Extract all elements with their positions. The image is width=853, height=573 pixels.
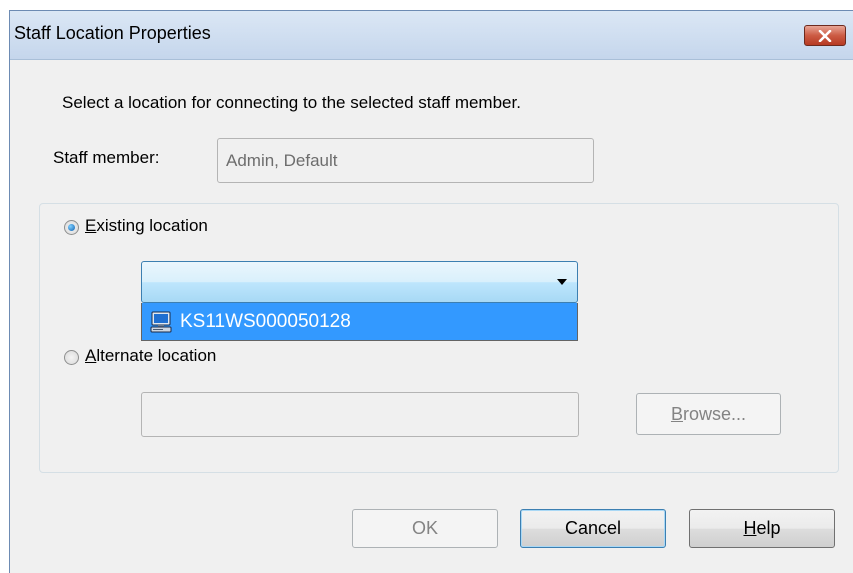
staff-member-value: Admin, Default [226,150,338,170]
staff-member-field[interactable]: Admin, Default [217,138,594,183]
close-button[interactable] [804,25,846,46]
alternate-location-radio[interactable] [64,350,79,365]
chevron-down-icon[interactable] [557,279,567,285]
existing-location-radio[interactable] [64,220,79,235]
browse-button[interactable]: Browse... [636,393,781,435]
computer-icon [150,311,172,332]
cancel-button[interactable]: Cancel [520,509,666,548]
ok-button[interactable]: OK [352,509,498,548]
dropdown-item-label: KS11WS000050128 [180,310,351,332]
staff-member-label: Staff member: [53,148,160,167]
help-button[interactable]: Help [689,509,835,548]
dropdown-list-item[interactable]: KS11WS000050128 [141,303,578,341]
dialog-window: Staff Location Properties Select a locat… [9,10,853,573]
title-bar[interactable]: Staff Location Properties [10,11,853,60]
instruction-text: Select a location for connecting to the … [62,93,521,112]
alternate-location-label[interactable]: Alternate location [85,346,216,366]
dialog-title: Staff Location Properties [14,23,211,43]
alternate-location-field[interactable] [141,392,579,437]
close-icon [818,29,832,42]
existing-location-label[interactable]: Existing location [85,216,208,236]
existing-location-combo[interactable] [141,261,578,303]
